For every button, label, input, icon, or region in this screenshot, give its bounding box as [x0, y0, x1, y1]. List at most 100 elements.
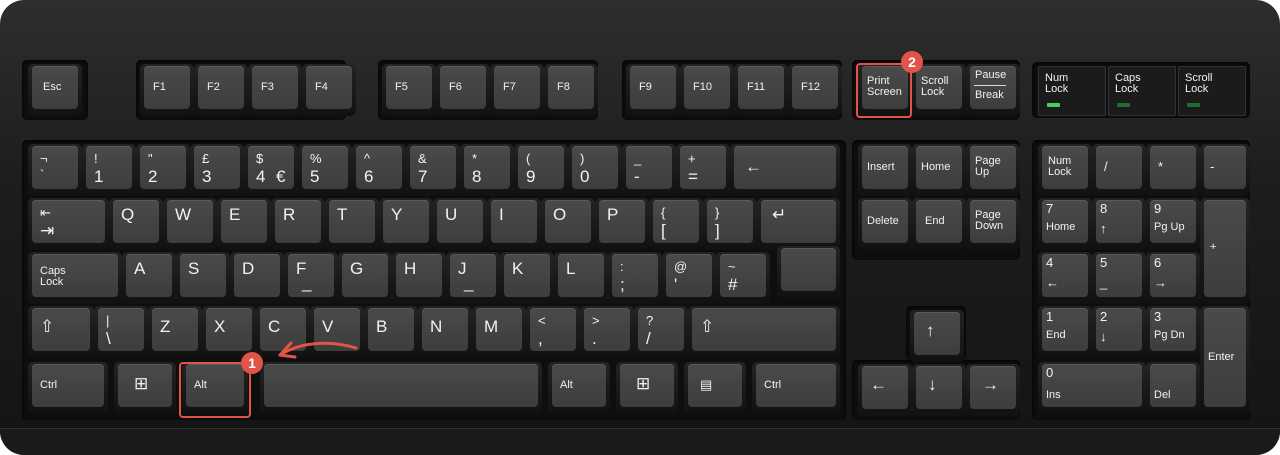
- numpad-n5-key[interactable]: 5 _: [1092, 252, 1146, 304]
- key-qwerty-row-12[interactable]: }]: [703, 198, 757, 250]
- key-number-row-0[interactable]: ¬ `: [28, 144, 82, 196]
- numpad-n3-key[interactable]: 3 Pg Dn: [1146, 306, 1200, 358]
- key-number-row-12[interactable]: + =: [676, 144, 730, 196]
- f10-key[interactable]: F10: [680, 64, 734, 116]
- end-key[interactable]: End: [912, 198, 966, 250]
- key-home-row-8[interactable]: K: [500, 252, 554, 304]
- page-up-key[interactable]: Page Up: [966, 144, 1020, 196]
- key-qwerty-row-7[interactable]: U: [433, 198, 487, 250]
- key-qwerty-row-2[interactable]: W: [163, 198, 217, 250]
- key-number-row-1[interactable]: ! 1: [82, 144, 136, 196]
- numpad-n7-key[interactable]: 7 Home: [1038, 198, 1092, 250]
- numpad-num-lock-key[interactable]: Num Lock: [1038, 144, 1092, 196]
- key-number-row-3[interactable]: £3: [190, 144, 244, 196]
- key-qwerty-row-0[interactable]: ⇤ ⇥: [28, 198, 109, 250]
- key-home-row-7[interactable]: J _: [446, 252, 500, 304]
- key-number-row-10[interactable]: ) 0: [568, 144, 622, 196]
- spacebar-key[interactable]: [260, 362, 542, 414]
- arrow-up-key[interactable]: ↑: [910, 310, 964, 362]
- f7-key[interactable]: F7: [490, 64, 544, 116]
- arrow-left-key[interactable]: ←: [858, 364, 912, 416]
- key-home-row-3[interactable]: D: [230, 252, 284, 304]
- key-qwerty-row-10[interactable]: P: [595, 198, 649, 250]
- numpad-enter-key[interactable]: Enter: [1200, 306, 1250, 414]
- key-shift-row-1[interactable]: | \: [94, 306, 148, 358]
- key-shift-row-11[interactable]: ? /: [634, 306, 688, 358]
- numpad-n2-key[interactable]: 2 ↓: [1092, 306, 1146, 358]
- ctrl-left-key[interactable]: Ctrl: [28, 362, 108, 414]
- key-shift-row-2[interactable]: Z: [148, 306, 202, 358]
- numpad-plus-key[interactable]: +: [1200, 198, 1250, 304]
- key-home-row-2[interactable]: S: [176, 252, 230, 304]
- scroll-lock-key[interactable]: Scroll Lock: [912, 64, 966, 116]
- key-qwerty-row-8[interactable]: I: [487, 198, 541, 250]
- delete-key[interactable]: Delete: [858, 198, 912, 250]
- key-home-row-6[interactable]: H: [392, 252, 446, 304]
- key-home-row-4[interactable]: F _: [284, 252, 338, 304]
- key-shift-row-8[interactable]: M: [472, 306, 526, 358]
- key-number-row-4[interactable]: $4 €: [244, 144, 298, 196]
- key-qwerty-row-4[interactable]: R: [271, 198, 325, 250]
- key-number-row-2[interactable]: " 2: [136, 144, 190, 196]
- f12-key[interactable]: F12: [788, 64, 842, 116]
- alt-right-key[interactable]: Alt: [548, 362, 610, 414]
- key-shift-row-10[interactable]: >.: [580, 306, 634, 358]
- numpad-0-key[interactable]: 0 Ins: [1038, 362, 1146, 414]
- key-home-row-5[interactable]: G: [338, 252, 392, 304]
- key-home-row-9[interactable]: L: [554, 252, 608, 304]
- windows-right-key[interactable]: ⊞: [616, 362, 678, 414]
- page-down-key[interactable]: Page Down: [966, 198, 1020, 250]
- key-home-row-0[interactable]: Caps Lock: [28, 252, 122, 304]
- key-qwerty-row-11[interactable]: {[: [649, 198, 703, 250]
- f3-key[interactable]: F3: [248, 64, 302, 116]
- ctrl-right-key[interactable]: Ctrl: [752, 362, 840, 414]
- key-shift-row-0[interactable]: ⇧: [28, 306, 94, 358]
- key-home-row-10[interactable]: :;: [608, 252, 662, 304]
- menu-key[interactable]: ▤: [684, 362, 746, 414]
- key-shift-row-7[interactable]: N: [418, 306, 472, 358]
- pause-break-key[interactable]: Pause Break: [966, 64, 1020, 116]
- enter-key-lower[interactable]: [777, 246, 840, 298]
- f5-key[interactable]: F5: [382, 64, 436, 116]
- key-shift-row-4[interactable]: C: [256, 306, 310, 358]
- key-number-row-8[interactable]: * 8: [460, 144, 514, 196]
- home-key[interactable]: Home: [912, 144, 966, 196]
- numpad-decimal-key[interactable]: Del: [1146, 362, 1200, 414]
- numpad-multiply-key[interactable]: *: [1146, 144, 1200, 196]
- key-qwerty-row-5[interactable]: T: [325, 198, 379, 250]
- key-shift-row-6[interactable]: B: [364, 306, 418, 358]
- windows-left-key[interactable]: ⊞: [114, 362, 176, 414]
- key-qwerty-row-13[interactable]: ↵: [757, 198, 840, 250]
- key-number-row-5[interactable]: % 5: [298, 144, 352, 196]
- key-home-row-12[interactable]: ~ #: [716, 252, 770, 304]
- key-shift-row-5[interactable]: V: [310, 306, 364, 358]
- key-home-row-1[interactable]: A: [122, 252, 176, 304]
- esc-key[interactable]: Esc: [28, 64, 82, 116]
- numpad-divide-key[interactable]: /: [1092, 144, 1146, 196]
- key-number-row-7[interactable]: & 7: [406, 144, 460, 196]
- key-number-row-6[interactable]: ^ 6: [352, 144, 406, 196]
- arrow-right-key[interactable]: →: [966, 364, 1020, 416]
- numpad-n6-key[interactable]: 6 →: [1146, 252, 1200, 304]
- f8-key[interactable]: F8: [544, 64, 598, 116]
- key-shift-row-3[interactable]: X: [202, 306, 256, 358]
- numpad-minus-key[interactable]: -: [1200, 144, 1250, 196]
- insert-key[interactable]: Insert: [858, 144, 912, 196]
- f11-key[interactable]: F11: [734, 64, 788, 116]
- f9-key[interactable]: F9: [626, 64, 680, 116]
- key-qwerty-row-3[interactable]: E: [217, 198, 271, 250]
- key-qwerty-row-6[interactable]: Y: [379, 198, 433, 250]
- key-qwerty-row-1[interactable]: Q: [109, 198, 163, 250]
- key-home-row-11[interactable]: @ ': [662, 252, 716, 304]
- f1-key[interactable]: F1: [140, 64, 194, 116]
- key-shift-row-9[interactable]: <,: [526, 306, 580, 358]
- key-qwerty-row-9[interactable]: O: [541, 198, 595, 250]
- numpad-n8-key[interactable]: 8 ↑: [1092, 198, 1146, 250]
- arrow-down-key[interactable]: ↓: [912, 364, 966, 416]
- numpad-n9-key[interactable]: 9 Pg Up: [1146, 198, 1200, 250]
- key-number-row-9[interactable]: (9: [514, 144, 568, 196]
- f4-key[interactable]: F4: [302, 64, 356, 116]
- key-number-row-13[interactable]: ←: [730, 144, 840, 196]
- numpad-n4-key[interactable]: 4 ←: [1038, 252, 1092, 304]
- key-shift-row-12[interactable]: ⇧: [688, 306, 840, 358]
